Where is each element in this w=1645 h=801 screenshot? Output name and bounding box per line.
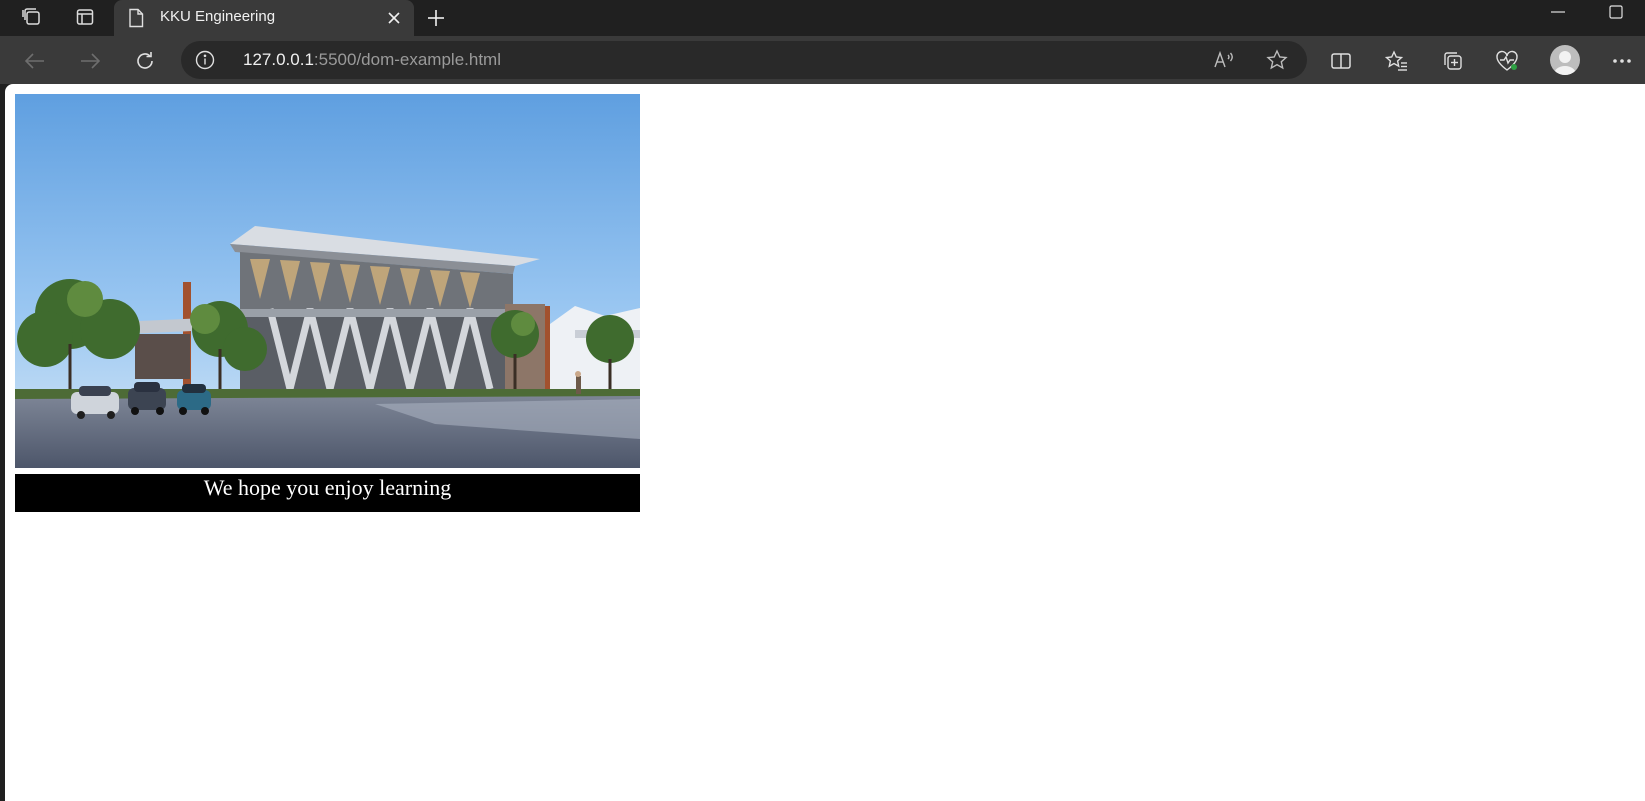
page-viewport: We hope you enjoy learning (5, 84, 1645, 801)
url-path: :5500/dom-example.html (313, 50, 501, 69)
maximize-icon[interactable] (1593, 0, 1639, 24)
url-host: 127.0.0.1 (243, 50, 314, 69)
minimize-icon[interactable] (1535, 0, 1581, 24)
browser-toolbar: 127.0.0.1:5500/dom-example.html (0, 36, 1645, 84)
url-text[interactable]: 127.0.0.1:5500/dom-example.html (243, 50, 501, 70)
favorite-star-icon[interactable] (1262, 45, 1292, 75)
tab-kku-engineering[interactable]: KKU Engineering (114, 0, 414, 36)
workspaces-icon[interactable] (10, 0, 54, 34)
address-bar[interactable]: 127.0.0.1:5500/dom-example.html (181, 41, 1307, 79)
close-icon[interactable] (384, 8, 404, 28)
forward-icon[interactable] (73, 44, 107, 78)
favorites-icon[interactable] (1380, 44, 1414, 78)
tab-actions-icon[interactable] (63, 0, 107, 34)
collections-icon[interactable] (1436, 44, 1470, 78)
split-screen-icon[interactable] (1324, 44, 1358, 78)
browser-essentials-icon[interactable] (1490, 44, 1524, 78)
title-bar: KKU Engineering (0, 0, 1645, 36)
more-icon[interactable] (1605, 44, 1639, 78)
refresh-icon[interactable] (128, 44, 162, 78)
tab-title: KKU Engineering (160, 8, 276, 25)
info-icon[interactable] (195, 50, 215, 74)
page-icon (128, 8, 144, 32)
new-tab-icon[interactable] (422, 4, 450, 32)
back-icon[interactable] (18, 44, 52, 78)
caption-banner: We hope you enjoy learning (15, 474, 640, 512)
building-image (15, 94, 640, 468)
profile-avatar[interactable] (1550, 45, 1580, 75)
read-aloud-icon[interactable] (1210, 45, 1240, 75)
